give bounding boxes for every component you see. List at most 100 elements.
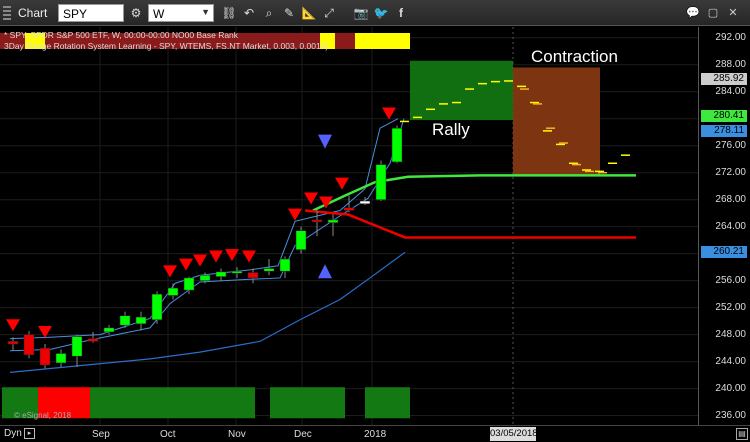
rally-zone [410,60,513,121]
candle [167,287,179,296]
camera-icon[interactable]: 📷 [352,4,370,22]
study-strip-segment [355,33,365,49]
candle [23,334,35,356]
time-axis[interactable]: Dyn ▸ Sep Oct Nov Dec 2018 03/05/2018 ▤ [0,425,750,442]
scale-toggle-icon[interactable]: ▤ [736,428,748,440]
contraction-zone [513,67,600,176]
candle [311,219,323,223]
candle [87,338,99,342]
symbol-input[interactable]: SPY [58,4,124,22]
candle [7,341,19,345]
price-tick-label: 292.00 [715,31,746,43]
sell-signal-arrow [209,250,223,263]
sell-signal-arrow [335,177,349,190]
support-line [312,174,636,212]
price-tick-label: 276.00 [715,139,746,151]
link-icon[interactable]: ⛓ [220,4,238,22]
window-title: Chart [18,6,48,20]
sell-signal-arrow [304,192,318,205]
sell-signal-arrow [242,250,256,263]
sell-signal-arrow [382,107,396,120]
candle [71,336,83,357]
chat-icon[interactable]: 💬 [684,5,702,21]
signal-arrow-up [318,264,332,279]
price-tick-label: 248.00 [715,328,746,340]
moving-average-line [9,251,406,373]
price-tick-label: 256.00 [715,274,746,286]
study-strip-segment [365,33,410,49]
close-icon[interactable]: ✕ [724,5,742,21]
candle [231,270,243,274]
candle [263,268,275,272]
price-tick-label: 252.00 [715,301,746,313]
cursor-date: 03/05/2018 [490,427,538,441]
sell-signal-arrow [179,258,193,271]
histogram-bar [90,387,100,419]
candle [279,258,291,272]
study-strip-segment [335,33,355,49]
candle [375,164,387,200]
band-upper-line [9,118,399,340]
watermark: © eSignal, 2018 [14,411,72,420]
time-tick-label: Nov [228,429,246,440]
candle [55,353,67,364]
price-tick-label: 236.00 [715,409,746,421]
histogram-bar [100,387,255,419]
resistance-line [304,209,636,239]
facebook-icon[interactable]: f [392,4,410,22]
time-tick-label: 2018 [364,429,387,440]
annotation-rally: Rally [432,120,470,139]
price-tick-label: 244.00 [715,355,746,367]
price-chart[interactable] [0,27,698,425]
search-icon[interactable]: ⌕ [260,4,278,22]
sell-signal-arrow [6,319,20,332]
price-axis[interactable]: 292.00288.00284.00280.00276.00272.00268.… [698,27,750,425]
interval-select[interactable]: W ▼ [148,4,214,22]
histogram-bar [365,387,410,419]
histogram-bar [270,387,345,419]
price-tick-label: 284.00 [715,85,746,97]
candle [327,219,339,223]
price-badge: 285.92 [701,72,747,85]
annotation-contraction: Contraction [531,47,618,66]
histogram-bar [38,392,90,409]
settings-icon[interactable]: ⚙ [127,4,145,22]
candle [343,207,355,211]
ruler-icon[interactable]: 📐 [300,4,318,22]
undo-icon[interactable]: ↶ [240,4,258,22]
draw-icon[interactable]: ✎ [280,4,298,22]
candle [103,327,115,333]
study-line-2: 3Day Range Rotation System Learning - SP… [4,41,329,51]
price-tick-label: 288.00 [715,58,746,70]
price-badge: 278.11 [701,125,747,138]
toolbar-grip[interactable] [3,6,11,20]
interval-value: W [153,7,165,21]
candle [39,347,51,366]
sell-signal-arrow [225,249,239,262]
candle [391,127,403,163]
price-tick-label: 272.00 [715,166,746,178]
candle [135,316,147,325]
maximize-icon[interactable]: ▢ [704,5,722,21]
sell-signal-arrow [38,326,52,339]
dyn-label: Dyn [4,428,22,439]
price-tick-label: 240.00 [715,382,746,394]
time-tick-label: Dec [294,429,312,440]
sell-signal-arrow [193,254,207,267]
band-lower-line [9,118,405,352]
time-tick-label: Sep [92,429,110,440]
time-tick-label: Oct [160,429,176,440]
chevron-down-icon: ▼ [201,7,210,17]
symbol-value: SPY [63,7,88,21]
signal-arrow-down [318,134,332,149]
price-tick-label: 268.00 [715,193,746,205]
candle [215,271,227,277]
twitter-icon[interactable]: 🐦 [372,4,390,22]
candle [295,230,307,250]
sell-signal-arrow [163,265,177,278]
expand-icon[interactable]: ⤢ [320,4,338,22]
dyn-toggle[interactable]: ▸ [24,428,35,439]
candle [359,200,371,204]
candle [119,315,131,326]
price-badge: 260.21 [701,246,747,259]
